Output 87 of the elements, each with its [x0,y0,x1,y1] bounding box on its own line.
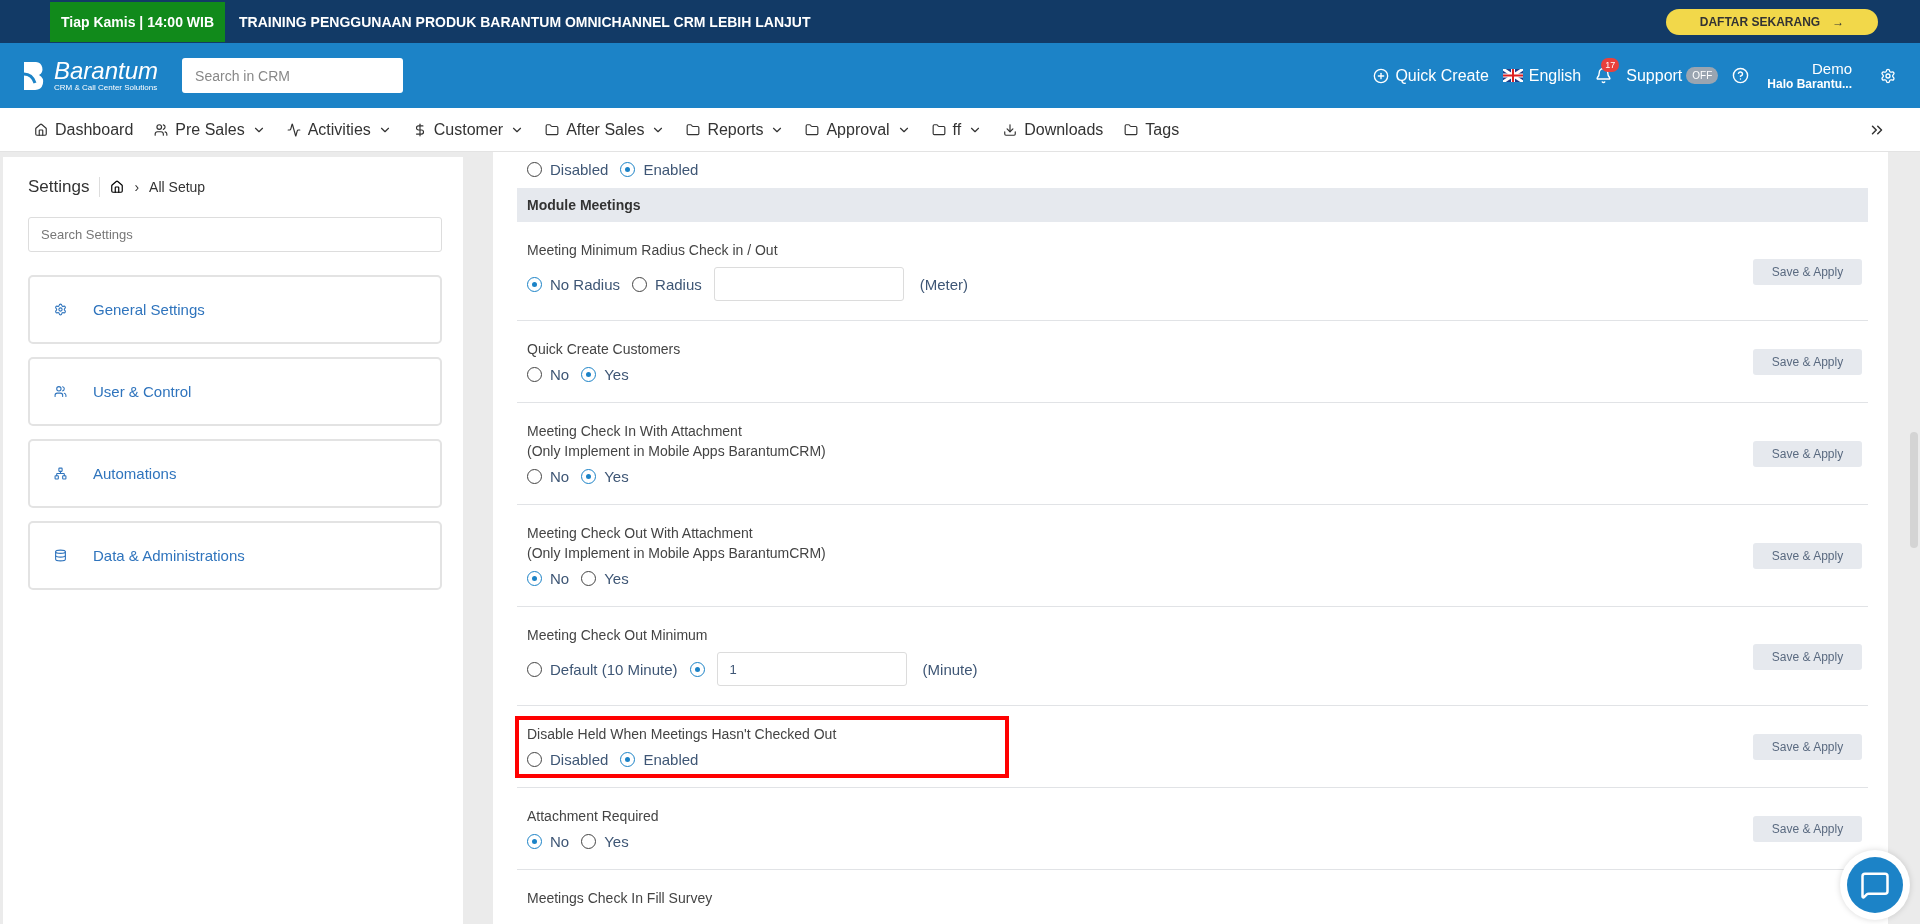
nav-menu-item[interactable]: Approval [805,120,911,139]
save-apply-button[interactable]: Save & Apply [1753,816,1862,842]
breadcrumb-separator: › [134,179,140,195]
folder-icon [545,122,560,137]
save-apply-button[interactable]: Save & Apply [1753,349,1862,375]
support-label: Support [1626,66,1683,85]
radio-option[interactable]: Disabled [527,161,609,178]
banner-headline: TRAINING PENGGUNAAN PRODUK BARANTUM OMNICHANNEL CRM LEBIH LANJUT [239,13,812,30]
radio-option[interactable]: No [527,468,570,485]
settings-category-card[interactable]: User & Control [28,357,442,426]
sidebar-title: Settings [28,177,101,197]
radio-option[interactable]: Radius [632,275,702,293]
radio-option[interactable]: No [527,366,570,383]
save-apply-button[interactable]: Save & Apply [1753,258,1862,285]
nav-menu-item[interactable]: After Sales [545,120,666,139]
download-icon [1003,122,1018,137]
user-name: Demo [1812,60,1852,77]
radio-option[interactable]: Yes [581,570,629,587]
logo-name: Barantum [54,59,159,83]
hierarchy-icon [54,467,67,480]
setting-title: Meeting Minimum Radius Check in / Out [527,242,779,258]
setting-title: Meeting Check In With Attachment [527,423,743,439]
radio-option[interactable]: Enabled [620,161,699,178]
radio-option[interactable]: Yes [581,833,629,850]
logo-tagline: CRM & Call Center Solutions [54,83,159,92]
input-field[interactable]: 1 [716,652,907,686]
quick-create-button[interactable]: Quick Create [1373,66,1489,85]
setting-title: Attachment Required [527,808,660,824]
pulse-icon [286,122,301,137]
radio-option[interactable]: Disabled [527,751,609,768]
user-greeting: Halo Barantu... [1767,77,1852,91]
input-field[interactable] [713,267,904,301]
nav-menu-item[interactable]: Tags [1124,120,1180,139]
folder-icon [1124,122,1139,137]
save-apply-button[interactable]: Save & Apply [1753,441,1862,467]
settings-category-card[interactable]: Automations [28,439,442,508]
setting-title: Meeting Check Out With Attachment [527,525,754,541]
save-apply-button[interactable]: Save & Apply [1753,734,1862,760]
language-selector[interactable]: English [1502,66,1582,85]
nav-menu-item[interactable]: Reports [686,120,785,139]
folder-icon [686,122,701,137]
flag-icon [1502,69,1523,82]
breadcrumb-item: All Setup [149,179,206,195]
radio-option[interactable]: Enabled [620,751,699,768]
home-icon[interactable] [110,180,125,194]
section-header: Module Meetings [517,188,1868,222]
plus-icon [1373,67,1390,84]
help-icon[interactable] [1732,67,1750,84]
folder-icon [931,122,946,137]
home-icon [34,122,48,137]
users-icon [154,122,169,137]
register-button[interactable]: DAFTAR SEKARANG → [1666,8,1878,35]
settings-icon[interactable] [1880,67,1896,84]
notification-bell-icon[interactable] [1595,67,1613,84]
setting-title: Quick Create Customers [527,341,682,357]
setting-title: Meetings Check In Fill Survey [527,890,714,906]
settings-category-card[interactable]: Data & Administrations [28,521,442,590]
radio-option[interactable]: Yes [581,468,629,485]
radio-option[interactable]: No [527,570,570,587]
notification-count: 17 [1601,58,1620,72]
setting-title: Disable Held When Meetings Hasn't Checked Out [527,726,838,742]
nav-menu-item[interactable]: ff [931,120,983,139]
search-field[interactable]: Search in CRM [182,58,404,93]
chat-icon [1860,870,1890,900]
nav-menu-item[interactable]: Pre Sales [154,120,266,139]
gear-icon [54,303,67,316]
settings-search-field[interactable]: Search Settings [28,217,442,252]
database-icon [54,549,67,562]
users-icon [54,385,67,398]
save-apply-button[interactable]: Save & Apply [1753,543,1862,569]
folder-icon [805,122,820,137]
unit-label: (Meter) [919,275,969,293]
nav-menu-item[interactable]: Dashboard [34,120,134,139]
radio-option[interactable]: Yes [581,366,629,383]
nav-menu-item[interactable]: Activities [286,120,392,139]
nav-menu-item[interactable]: Customer [412,120,525,139]
nav-menu-item[interactable]: Downloads [1003,120,1104,139]
setting-note: (Only Implement in Mobile Apps BarantumCRM) [527,443,827,459]
schedule-badge: Tiap Kamis | 14:00 WIB [50,1,226,42]
setting-note: (Only Implement in Mobile Apps BarantumCRM) [527,545,827,561]
radio-option[interactable]: No [527,833,570,850]
unit-label: (Minute) [922,660,978,678]
settings-category-card[interactable]: General Settings [28,275,442,344]
setting-title: Meeting Check Out Minimum [527,627,709,643]
radio-option[interactable]: No Radius [527,275,621,293]
save-apply-button[interactable]: Save & Apply [1753,643,1862,670]
radio-option[interactable]: Default (10 Minute) [527,660,678,678]
